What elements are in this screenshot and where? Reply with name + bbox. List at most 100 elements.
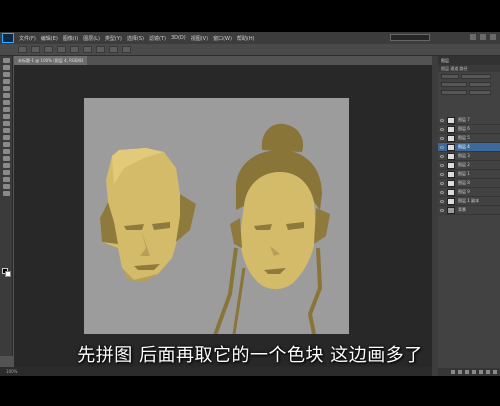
layer-row[interactable]: 图层 3 (438, 152, 500, 161)
layer-thumbnail (447, 197, 455, 205)
menu-help[interactable]: 帮助(H) (237, 35, 255, 42)
healing-brush-tool-icon[interactable] (3, 100, 10, 105)
layer-row[interactable]: 图层 6 (438, 125, 500, 134)
document-tab[interactable]: 未标题-1 @ 100% (图层 4, RGB/8) (14, 56, 88, 65)
visibility-eye-icon[interactable] (440, 127, 444, 131)
video-subtitle: 先拼图 后面再取它的一个色块 这边画多了 (77, 345, 423, 366)
layers-panel-title[interactable]: 图层 (438, 56, 500, 65)
layer-style-icon[interactable] (458, 370, 462, 374)
shape-tool-icon[interactable] (3, 177, 10, 182)
menu-window[interactable]: 窗口(W) (213, 35, 232, 42)
delete-layer-icon[interactable] (493, 370, 497, 374)
gradient-tool-icon[interactable] (3, 135, 10, 140)
maximize-icon[interactable] (480, 34, 486, 40)
menu-select[interactable]: 选择(S) (127, 35, 144, 42)
new-group-icon[interactable] (479, 370, 483, 374)
layer-thumbnail (447, 125, 455, 133)
artboard[interactable] (84, 98, 349, 339)
menu-image[interactable]: 图像(I) (63, 35, 78, 42)
crop-tool-icon[interactable] (3, 86, 10, 91)
visibility-eye-icon[interactable] (440, 172, 444, 176)
history-brush-tool-icon[interactable] (3, 121, 10, 126)
layer-row[interactable]: 图层 2 (438, 161, 500, 170)
visibility-eye-icon[interactable] (440, 118, 444, 122)
close-icon[interactable] (490, 34, 496, 40)
path-select-tool-icon[interactable] (3, 170, 10, 175)
pen-tool-icon[interactable] (3, 156, 10, 161)
new-layer-icon[interactable] (486, 370, 490, 374)
canvas-area[interactable] (14, 65, 432, 367)
eraser-tool-icon[interactable] (3, 128, 10, 133)
visibility-eye-icon[interactable] (440, 190, 444, 194)
visibility-eye-icon[interactable] (440, 199, 444, 203)
layer-row-selected[interactable]: 图层 4 (438, 143, 500, 152)
quick-select-tool-icon[interactable] (3, 79, 10, 84)
layer-thumbnail (447, 152, 455, 160)
opacity-field[interactable] (70, 46, 79, 53)
pressure-size-toggle[interactable] (122, 46, 131, 53)
brush-panel-toggle[interactable] (44, 46, 53, 53)
left-face-sketch (100, 148, 196, 282)
layer-name: 图层 6 (458, 126, 470, 131)
type-tool-icon[interactable] (3, 163, 10, 168)
add-mask-icon[interactable] (465, 370, 469, 374)
brush-size-picker[interactable] (31, 46, 40, 53)
hand-tool-icon[interactable] (3, 184, 10, 189)
layer-lock-icons[interactable] (441, 89, 467, 95)
background-color-swatch[interactable] (5, 271, 11, 277)
visibility-eye-icon[interactable] (440, 145, 444, 149)
layer-filter-icons[interactable] (461, 73, 491, 79)
layer-thumbnail (447, 179, 455, 187)
zoom-level[interactable]: 100% (6, 369, 17, 374)
layer-row[interactable]: 图层 5 (438, 134, 500, 143)
blend-mode-select[interactable] (57, 46, 66, 53)
move-tool-icon[interactable] (3, 58, 10, 63)
layer-kind-filter[interactable] (441, 73, 459, 79)
dodge-tool-icon[interactable] (3, 149, 10, 154)
layer-row[interactable]: 图层 7 (438, 116, 500, 125)
menu-file[interactable]: 文件(F) (19, 35, 36, 42)
layers-panel-tabs[interactable]: 图层 通道 路径 (438, 65, 500, 72)
menu-3d[interactable]: 3D(D) (171, 35, 186, 41)
layer-row[interactable]: 图层 9 (438, 188, 500, 197)
visibility-eye-icon[interactable] (440, 163, 444, 167)
layer-name: 图层 7 (458, 117, 470, 122)
menu-filter[interactable]: 滤镜(T) (149, 35, 166, 42)
layer-row[interactable]: 图层 8 (438, 179, 500, 188)
eyedropper-tool-icon[interactable] (3, 93, 10, 98)
visibility-eye-icon[interactable] (440, 208, 444, 212)
layer-name: 图层 2 (458, 162, 470, 167)
visibility-eye-icon[interactable] (440, 154, 444, 158)
blur-tool-icon[interactable] (3, 142, 10, 147)
menu-layer[interactable]: 图层(L) (83, 35, 100, 42)
tool-preset-picker[interactable] (18, 46, 27, 53)
layer-row[interactable]: 图层 1 (438, 170, 500, 179)
flow-field[interactable] (96, 46, 105, 53)
menu-edit[interactable]: 编辑(E) (41, 35, 58, 42)
lasso-tool-icon[interactable] (3, 72, 10, 77)
layer-thumbnail (447, 161, 455, 169)
layer-row[interactable]: 图层 1 副本 (438, 197, 500, 206)
layer-name: 图层 4 (458, 144, 470, 149)
photoshop-logo-icon (2, 33, 14, 43)
minimize-icon[interactable] (470, 34, 476, 40)
airbrush-toggle[interactable] (109, 46, 118, 53)
layer-name: 图层 5 (458, 135, 470, 140)
clone-stamp-tool-icon[interactable] (3, 114, 10, 119)
layer-blend-mode-select[interactable] (441, 81, 467, 87)
menu-view[interactable]: 视图(V) (191, 35, 208, 42)
layer-opacity-field[interactable] (469, 81, 491, 87)
layer-thumbnail (447, 116, 455, 124)
workspace-search-input[interactable] (390, 34, 430, 41)
link-layers-icon[interactable] (451, 370, 455, 374)
visibility-eye-icon[interactable] (440, 181, 444, 185)
menu-type[interactable]: 类型(Y) (105, 35, 122, 42)
marquee-tool-icon[interactable] (3, 65, 10, 70)
layer-row[interactable]: 背景 (438, 206, 500, 215)
brush-tool-icon[interactable] (3, 107, 10, 112)
zoom-tool-icon[interactable] (3, 191, 10, 196)
visibility-eye-icon[interactable] (440, 136, 444, 140)
pressure-opacity-toggle[interactable] (83, 46, 92, 53)
layer-fill-field[interactable] (469, 89, 491, 95)
adjustment-layer-icon[interactable] (472, 370, 476, 374)
